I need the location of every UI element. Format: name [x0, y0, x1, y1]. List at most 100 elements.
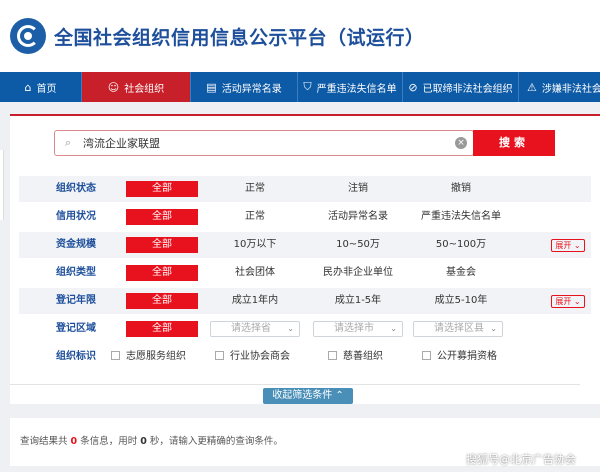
alert-icon: ⚠: [527, 80, 537, 94]
checkbox-charity[interactable]: 慈善组织: [328, 344, 383, 370]
district-select[interactable]: 请选择区县 ⌄: [413, 321, 503, 337]
filter-all-button[interactable]: 全部: [126, 181, 198, 197]
nav-item-social-org[interactable]: ☺ 社会组织: [82, 72, 191, 102]
home-icon: ⌂: [24, 80, 32, 94]
ban-icon: ⊘: [408, 80, 418, 94]
search-button[interactable]: 搜索: [473, 130, 555, 156]
filter-option[interactable]: 成立1年内: [232, 288, 278, 314]
filter-row-years: 登记年限 全部 成立1年内 成立1-5年 成立5-10年 展开 ⌄: [19, 288, 591, 314]
result-count: 0: [70, 436, 78, 447]
main-nav: ⌂ 首页 ☺ 社会组织 ▤ 活动异常名录 ⛉ 严重违法失信名单 ⊘ 已取缔非法社…: [0, 72, 600, 102]
filter-label: 组织类型: [56, 267, 96, 278]
watermark: 搜狐号@北京广告协会: [466, 453, 576, 466]
expand-button[interactable]: 展开 ⌄: [551, 295, 585, 308]
expand-button[interactable]: 展开 ⌄: [551, 239, 585, 252]
collapse-filters-button[interactable]: 收起筛选条件 ⌃: [263, 388, 353, 404]
filter-row-type: 组织类型 全部 社会团体 民办非企业单位 基金会: [19, 260, 591, 286]
result-summary: 查询结果共 0 条信息，用时 0 秒，请输入更精确的查询条件。: [20, 433, 283, 447]
checkbox-industry-association[interactable]: 行业协会商会: [215, 344, 290, 370]
nav-item-home[interactable]: ⌂ 首页: [0, 72, 82, 102]
result-prefix: 查询结果共: [20, 436, 68, 447]
checkbox-box: [215, 351, 224, 360]
checkbox-box: [328, 351, 337, 360]
users-icon: ☺: [107, 80, 120, 94]
expand-label: 展开: [555, 241, 572, 250]
select-placeholder: 请选择省: [231, 323, 271, 334]
nav-item-suspected-orgs[interactable]: ⚠ 涉嫌非法社会组织: [519, 72, 600, 102]
checkbox-label: 公开募捐资格: [437, 351, 497, 362]
checkbox-label: 志愿服务组织: [126, 351, 186, 362]
filter-row-region: 登记区域 全部 请选择省 ⌄ 请选择市 ⌄ 请选择区县 ⌄: [19, 316, 591, 342]
filter-row-tags: 组织标识 志愿服务组织 行业协会商会 慈善组织 公开募捐资格: [19, 344, 591, 370]
filter-option[interactable]: 严重违法失信名单: [421, 204, 501, 230]
filter-option[interactable]: 10~50万: [336, 232, 380, 258]
nav-item-blacklist[interactable]: ⛉ 严重违法失信名单: [298, 72, 403, 102]
nav-item-abnormal-list[interactable]: ▤ 活动异常名录: [191, 72, 298, 102]
search-panel: ⌕ × 搜索 组织状态 全部 正常 注销 撤销 信用状况 全部 正常 活动异常名…: [10, 114, 600, 404]
filter-option[interactable]: 成立1-5年: [335, 288, 381, 314]
chevron-down-icon: ⌄: [490, 324, 497, 333]
nav-item-label: 首页: [36, 83, 57, 95]
clear-icon[interactable]: ×: [455, 137, 467, 149]
filter-all-button[interactable]: 全部: [126, 293, 198, 309]
filter-option[interactable]: 10万以下: [234, 232, 277, 258]
result-time: 0: [140, 436, 147, 447]
filter-option[interactable]: 正常: [245, 204, 265, 230]
select-placeholder: 请选择市: [334, 323, 374, 334]
filter-label: 组织状态: [56, 183, 96, 194]
filter-row-credit: 信用状况 全部 正常 活动异常名录 严重违法失信名单: [19, 204, 591, 230]
filter-label: 组织标识: [56, 351, 96, 362]
side-strip: [0, 150, 4, 220]
site-header: 全国社会组织信用信息公示平台（试运行）: [0, 0, 600, 72]
nav-item-label: 已取缔非法社会组织: [422, 83, 513, 95]
filter-option[interactable]: 撤销: [451, 176, 471, 202]
filter-option[interactable]: 正常: [245, 176, 265, 202]
chevron-down-icon: ⌄: [571, 297, 581, 306]
expand-label: 展开: [555, 297, 572, 306]
chevron-down-icon: ⌄: [571, 241, 581, 250]
filter-all-button[interactable]: 全部: [126, 209, 198, 225]
filter-option[interactable]: 注销: [348, 176, 368, 202]
nav-item-banned-orgs[interactable]: ⊘ 已取缔非法社会组织: [403, 72, 519, 102]
filter-row-status: 组织状态 全部 正常 注销 撤销: [19, 176, 591, 202]
filter-option[interactable]: 基金会: [446, 260, 476, 286]
checkbox-label: 行业协会商会: [230, 351, 290, 362]
checkbox-volunteer[interactable]: 志愿服务组织: [111, 344, 186, 370]
filter-option[interactable]: 活动异常名录: [328, 204, 388, 230]
nav-item-label: 活动异常名录: [221, 83, 282, 95]
site-logo[interactable]: [10, 18, 46, 54]
chevron-down-icon: ⌄: [287, 324, 294, 333]
checkbox-box: [422, 351, 431, 360]
filter-option[interactable]: 成立5-10年: [435, 288, 488, 314]
nav-item-label: 涉嫌非法社会组织: [541, 83, 600, 95]
city-select[interactable]: 请选择市 ⌄: [313, 321, 403, 337]
filter-label: 信用状况: [56, 211, 96, 222]
checkbox-box: [111, 351, 120, 360]
chevron-up-icon: ⌃: [332, 390, 344, 401]
collapse-label: 收起筛选条件: [272, 390, 333, 401]
checkbox-public-fundraising[interactable]: 公开募捐资格: [422, 344, 497, 370]
filter-option[interactable]: 社会团体: [235, 260, 275, 286]
shield-icon: ⛉: [303, 80, 312, 93]
filter-all-button[interactable]: 全部: [126, 237, 198, 253]
filter-label: 登记年限: [56, 295, 96, 306]
search-icon: ⌕: [65, 136, 72, 149]
nav-item-label: 社会组织: [124, 83, 165, 95]
search-box: ⌕ ×: [54, 130, 474, 156]
filter-label: 登记区域: [56, 323, 96, 334]
result-suffix: 秒，请输入更精确的查询条件。: [149, 436, 283, 447]
filter-option[interactable]: 50~100万: [436, 232, 486, 258]
filter-all-button[interactable]: 全部: [126, 321, 198, 337]
filter-label: 资金规模: [56, 239, 96, 250]
result-mid: 条信息，用时: [80, 436, 138, 447]
divider: [10, 384, 580, 385]
document-icon: ▤: [206, 80, 217, 94]
filter-row-fund: 资金规模 全部 10万以下 10~50万 50~100万 展开 ⌄: [19, 232, 591, 258]
province-select[interactable]: 请选择省 ⌄: [210, 321, 300, 337]
select-placeholder: 请选择区县: [434, 323, 484, 334]
search-input[interactable]: [83, 131, 453, 155]
filter-option[interactable]: 民办非企业单位: [323, 260, 393, 286]
logo-dot: [24, 32, 32, 40]
filter-all-button[interactable]: 全部: [126, 265, 198, 281]
chevron-down-icon: ⌄: [390, 324, 397, 333]
